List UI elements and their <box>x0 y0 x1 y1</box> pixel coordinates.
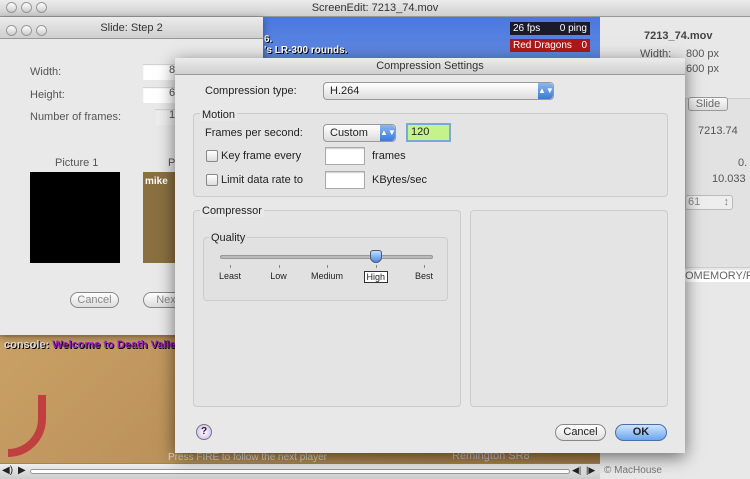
slide-cancel-button[interactable]: Cancel <box>70 292 119 308</box>
compression-type-label: Compression type: <box>205 85 297 97</box>
limit-rate-unit: KBytes/sec <box>372 174 428 186</box>
quality-tick <box>375 265 377 268</box>
compressor-label: Compressor <box>200 205 264 217</box>
game-text-1: 6. <box>264 34 273 45</box>
preview-group <box>470 210 668 407</box>
quality-label: Quality <box>209 232 248 244</box>
main-titlebar: ScreenEdit: 7213_74.mov <box>0 0 750 17</box>
quality-slider[interactable] <box>220 255 433 259</box>
compression-dialog: Compression Settings Compression type: H… <box>175 58 685 453</box>
volume-icon[interactable]: ◀) <box>2 465 13 476</box>
height-label: Height: <box>30 89 65 101</box>
fps-popup[interactable]: Custom ▲▼ <box>323 124 396 142</box>
help-button[interactable]: ? <box>196 424 212 440</box>
quality-tick <box>327 265 328 268</box>
compression-type-popup[interactable]: H.264 ▲▼ <box>323 82 554 100</box>
frames-label: Number of frames: <box>30 111 122 123</box>
quality-tick-label: High <box>363 271 389 283</box>
playback-bar: ◀) ▶ ◀| |▶ <box>0 463 600 479</box>
limit-rate-field[interactable] <box>325 171 365 189</box>
slide-window-controls[interactable] <box>6 22 51 44</box>
play-icon[interactable]: ▶ <box>18 465 26 476</box>
copyright: © MacHouse <box>604 465 662 476</box>
main-window-title: ScreenEdit: 7213_74.mov <box>311 2 439 14</box>
tab-slide[interactable]: Slide <box>688 97 728 111</box>
picture1-label: Picture 1 <box>55 157 99 169</box>
unit: px <box>707 48 720 60</box>
info-path: OMEMORY/RE <box>685 270 750 282</box>
fps-field[interactable]: 120 <box>406 123 451 142</box>
timeline-slider[interactable] <box>30 469 570 474</box>
info-filename: 7213_74.mov <box>644 30 713 42</box>
quality-slider-knob[interactable] <box>369 250 382 263</box>
quality-tick <box>424 265 425 268</box>
motion-label: Motion <box>200 109 238 121</box>
step-back-icon[interactable]: ◀| <box>572 465 581 476</box>
compression-dialog-title: Compression Settings <box>376 60 484 72</box>
quality-tick <box>230 265 231 268</box>
keyframe-field[interactable] <box>325 147 365 165</box>
team-overlay: Red Dragons 0 <box>510 39 590 52</box>
info-height-value: 600 <box>686 63 705 75</box>
game-text-2: 's LR-300 rounds. <box>264 45 348 56</box>
ok-button[interactable]: OK <box>615 424 667 441</box>
quality-tick-label: Low <box>270 271 287 281</box>
keyframe-label: Key frame every <box>221 150 302 162</box>
fps-overlay: 26 fps 0 ping <box>510 22 590 35</box>
info-value-2: 0. <box>738 157 748 169</box>
quality-group <box>203 237 448 301</box>
info-popup[interactable]: 61 ↕ <box>685 195 733 210</box>
info-width-value: 800 <box>686 48 705 60</box>
quality-tick-label: Best <box>414 271 433 281</box>
info-value-1: 7213.74 <box>698 125 738 137</box>
quality-tick-label: Least <box>218 271 242 281</box>
press-fire-text: Press FIRE to follow the next player <box>168 452 327 463</box>
limit-rate-label: Limit data rate to <box>221 174 303 186</box>
console-line: console: Welcome to Death Valle <box>4 339 176 351</box>
picture1-preview <box>30 172 120 263</box>
fps-label: Frames per second: <box>205 127 303 139</box>
quality-tick-label: Medium <box>310 271 343 281</box>
keyframe-unit: frames <box>372 150 406 162</box>
slide-dialog-title: Slide: Step 2 <box>100 22 163 34</box>
info-value-3: 10.033 <box>712 173 746 185</box>
quality-tick <box>278 265 280 268</box>
unit: px <box>707 63 720 75</box>
limit-rate-checkbox[interactable] <box>206 174 218 186</box>
keyframe-checkbox[interactable] <box>206 150 218 162</box>
cancel-button[interactable]: Cancel <box>555 424 606 441</box>
step-forward-icon[interactable]: |▶ <box>586 465 595 476</box>
width-label: Width: <box>30 66 62 78</box>
